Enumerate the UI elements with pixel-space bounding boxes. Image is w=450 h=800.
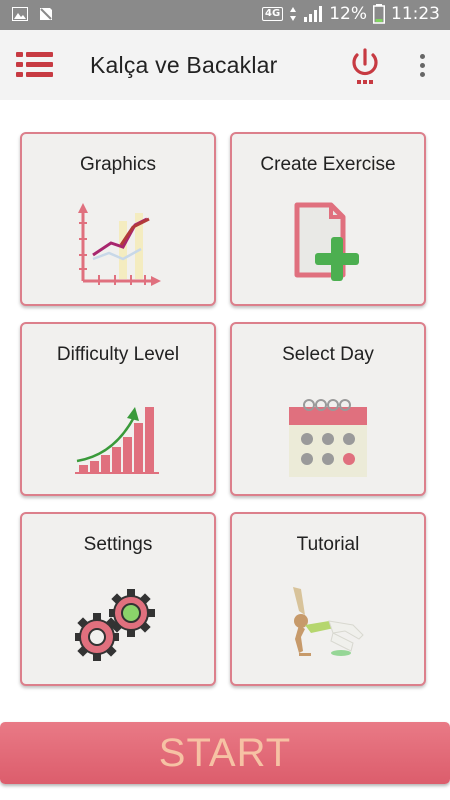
exercise-figure-icon — [293, 587, 364, 656]
create-exercise-label: Create Exercise — [260, 154, 396, 175]
more-vert-icon[interactable] — [414, 52, 430, 80]
menu-button[interactable] — [16, 50, 54, 80]
data-arrows-icon — [290, 7, 297, 21]
graphics-label: Graphics — [79, 154, 157, 175]
power-button[interactable] — [348, 46, 382, 86]
calendar-icon — [289, 399, 367, 477]
select-day-label: Select Day — [282, 344, 374, 365]
battery-percent: 12% — [329, 4, 367, 24]
rising-bars-icon — [75, 407, 159, 474]
settings-label: Settings — [83, 534, 153, 555]
clock: 11:23 — [391, 4, 440, 24]
line-chart-icon — [78, 203, 161, 286]
status-bar: 4G 12% 11:23 — [0, 0, 450, 30]
tutorial-label: Tutorial — [296, 534, 360, 555]
settings-tile[interactable]: Settings — [20, 512, 216, 686]
add-document-icon — [294, 202, 359, 281]
start-label: START — [158, 731, 292, 775]
page-title: Kalça ve Bacaklar — [90, 52, 278, 78]
difficulty-level-label: Difficulty Level — [56, 344, 180, 365]
battery-icon — [373, 4, 385, 24]
difficulty-level-tile[interactable]: Difficulty Level — [20, 322, 216, 496]
image-notification-icon — [12, 7, 28, 21]
network-type-badge: 4G — [262, 7, 284, 21]
gears-icon — [75, 589, 155, 661]
tutorial-tile[interactable]: Tutorial — [230, 512, 426, 686]
no-sim-icon — [40, 8, 52, 20]
signal-icon — [304, 6, 323, 22]
app-bar: Kalça ve Bacaklar — [0, 30, 450, 100]
select-day-tile[interactable]: Select Day — [230, 322, 426, 496]
tile-grid: Graphics Create Exercise Difficulty Leve… — [0, 100, 450, 710]
create-exercise-tile[interactable]: Create Exercise — [230, 132, 426, 306]
graphics-tile[interactable]: Graphics — [20, 132, 216, 306]
start-button[interactable]: START — [0, 722, 450, 784]
power-icon — [352, 48, 378, 84]
